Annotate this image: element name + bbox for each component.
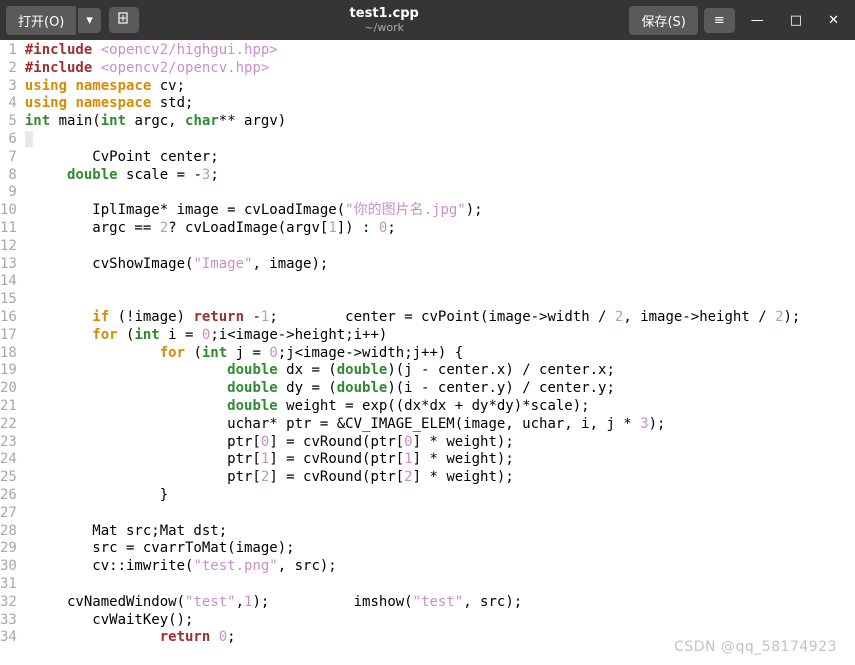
editor[interactable]: 1234567891011121314151617181920212223242… [0, 40, 855, 647]
close-button[interactable]: ✕ [818, 8, 849, 33]
line-gutter: 1234567891011121314151617181920212223242… [0, 40, 21, 647]
maximize-icon: □ [790, 13, 802, 28]
minimize-icon: — [751, 13, 764, 28]
code-area[interactable]: #include <opencv2/highgui.hpp> #include … [21, 40, 801, 647]
window-title: test1.cpp [139, 6, 630, 21]
window-subtitle: ~/work [139, 21, 630, 34]
open-dropdown[interactable]: ▾ [78, 8, 101, 33]
new-tab-icon [118, 12, 130, 24]
save-button[interactable]: 保存(S) [629, 6, 697, 35]
titlebar-right: 保存(S) ≡ — □ ✕ [629, 6, 849, 35]
minimize-button[interactable]: — [741, 8, 774, 33]
watermark: CSDN @qq_58174923 [674, 639, 837, 655]
titlebar-left: 打开(O) ▾ [6, 6, 139, 35]
titlebar-center: test1.cpp ~/work [139, 6, 630, 34]
close-icon: ✕ [828, 13, 839, 28]
maximize-button[interactable]: □ [780, 8, 812, 33]
hamburger-button[interactable]: ≡ [704, 8, 735, 33]
open-button[interactable]: 打开(O) [6, 6, 76, 35]
new-tab-button[interactable] [109, 7, 139, 33]
hamburger-icon: ≡ [714, 13, 725, 28]
titlebar: 打开(O) ▾ test1.cpp ~/work 保存(S) ≡ — □ ✕ [0, 0, 855, 40]
